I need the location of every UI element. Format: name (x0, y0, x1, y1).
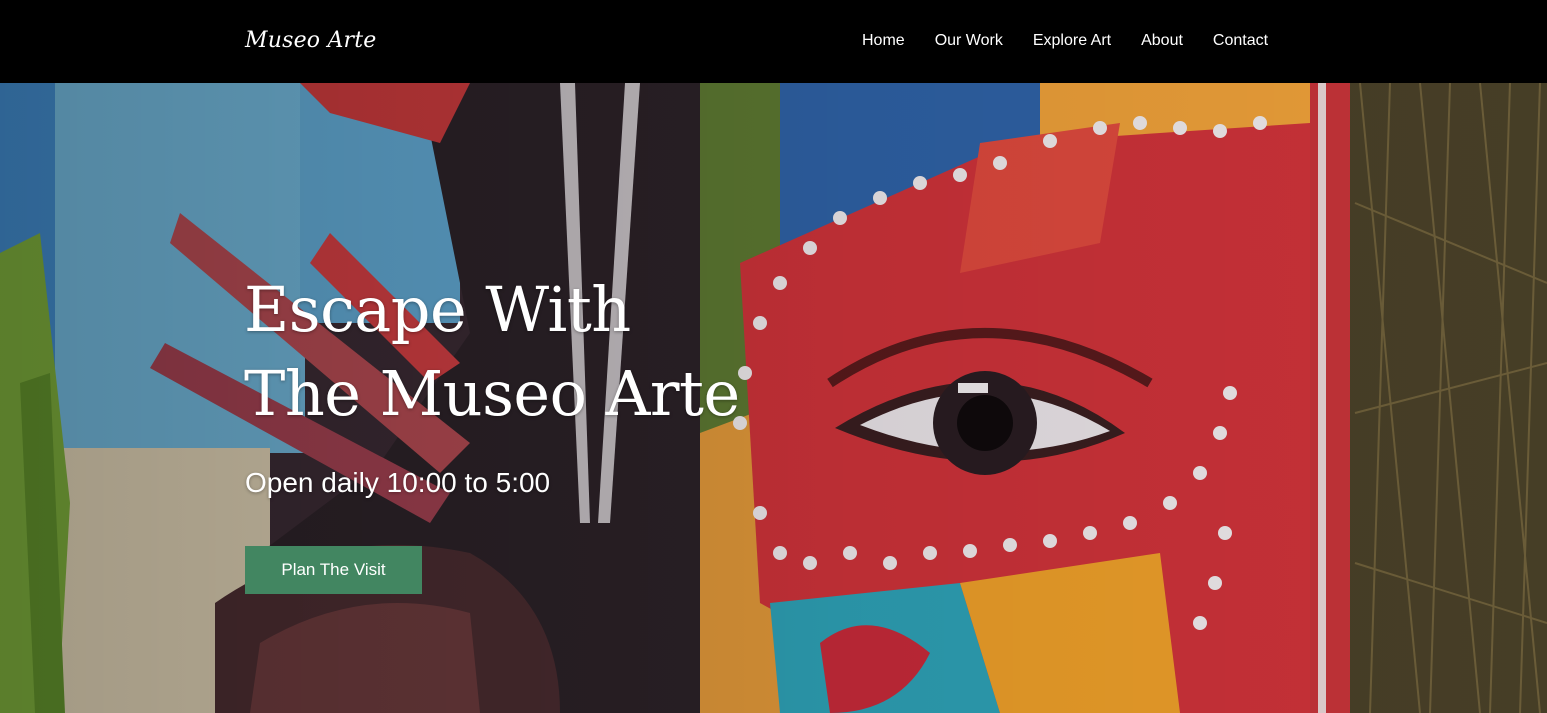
nav-link-contact[interactable]: Contact (1213, 31, 1268, 51)
plan-visit-button[interactable]: Plan The Visit (245, 546, 422, 594)
main-nav: Home Our Work Explore Art About Contact (862, 31, 1268, 51)
nav-link-explore-art[interactable]: Explore Art (1033, 31, 1111, 51)
hero-section: Escape With The Museo Arte Open daily 10… (0, 83, 1547, 713)
hero-overlay (0, 83, 1547, 713)
hero-title: Escape With The Museo Arte (244, 268, 740, 436)
hero-title-line-2: The Museo Arte (244, 357, 740, 430)
nav-link-about[interactable]: About (1141, 31, 1183, 51)
nav-link-home[interactable]: Home (862, 31, 905, 51)
hero-title-line-1: Escape With (244, 273, 631, 346)
nav-link-our-work[interactable]: Our Work (935, 31, 1003, 51)
top-navbar: Museo Arte Home Our Work Explore Art Abo… (0, 0, 1547, 83)
site-logo[interactable]: Museo Arte (245, 28, 377, 53)
opening-hours: Open daily 10:00 to 5:00 (245, 467, 551, 498)
